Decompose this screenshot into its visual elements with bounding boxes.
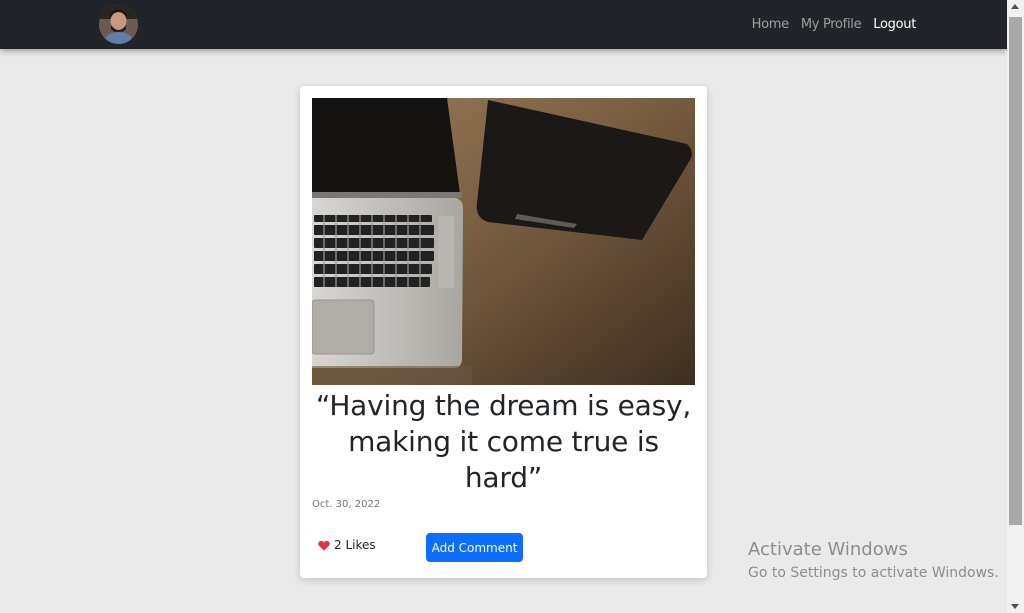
scroll-down-icon[interactable] xyxy=(1011,604,1019,609)
page-scrollbar[interactable] xyxy=(1007,0,1024,613)
nav-my-profile-link[interactable]: My Profile xyxy=(801,17,862,32)
watermark-title: Activate Windows xyxy=(748,539,908,560)
scroll-thumb[interactable] xyxy=(1009,17,1022,525)
watermark-subtitle: Go to Settings to activate Windows. xyxy=(748,565,999,581)
activate-windows-watermark: Activate Windows Go to Settings to activ… xyxy=(748,539,999,583)
likes-count: 2 Likes xyxy=(334,538,376,552)
heart-icon xyxy=(318,540,330,551)
post-image xyxy=(312,98,695,385)
nav-logout-link[interactable]: Logout xyxy=(873,17,916,32)
post-card: “Having the dream is easy, making it com… xyxy=(300,86,707,578)
post-title: “Having the dream is easy, making it com… xyxy=(315,389,692,494)
avatar-image xyxy=(99,5,138,44)
post-date: Oct. 30, 2022 xyxy=(312,499,381,510)
scroll-up-icon[interactable] xyxy=(1011,4,1019,9)
nav-links: Home My Profile Logout xyxy=(752,0,917,49)
add-comment-button[interactable]: Add Comment xyxy=(426,533,523,562)
navbar: Home My Profile Logout xyxy=(0,0,1007,49)
nav-home-link[interactable]: Home xyxy=(752,17,790,32)
user-avatar[interactable] xyxy=(99,5,138,44)
like-button[interactable]: 2 Likes xyxy=(318,538,376,552)
